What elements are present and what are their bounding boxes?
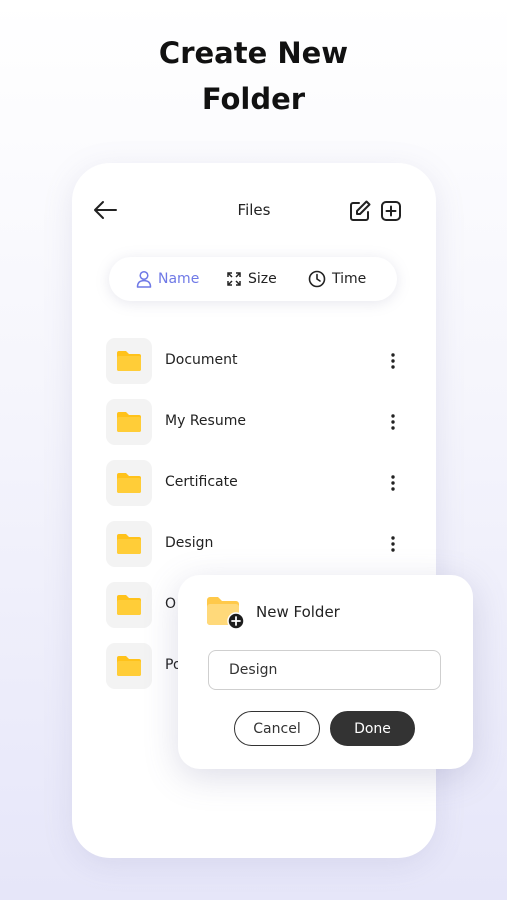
- sort-name-option[interactable]: Name: [136, 257, 199, 301]
- file-name: Document: [165, 352, 238, 368]
- sort-bar: Name Size Time: [109, 257, 397, 301]
- more-vertical-icon: [391, 536, 395, 552]
- file-row[interactable]: Certificate: [106, 460, 406, 506]
- sort-size-label: Size: [248, 271, 277, 287]
- file-name: Certificate: [165, 474, 238, 490]
- clock-icon: [308, 270, 326, 288]
- folder-icon: [117, 656, 141, 676]
- more-vertical-icon: [391, 414, 395, 430]
- more-options-button[interactable]: [385, 348, 401, 374]
- file-row[interactable]: Document: [106, 338, 406, 384]
- folder-tile: [106, 338, 152, 384]
- more-options-button[interactable]: [385, 409, 401, 435]
- edit-icon: [350, 200, 371, 221]
- edit-button[interactable]: [348, 199, 372, 223]
- file-row[interactable]: Design: [106, 521, 406, 567]
- sort-size-option[interactable]: Size: [226, 257, 277, 301]
- new-folder-dialog: New Folder Cancel Done: [178, 575, 473, 769]
- folder-icon: [117, 534, 141, 554]
- more-options-button[interactable]: [385, 531, 401, 557]
- plus-square-icon: [381, 201, 401, 221]
- cancel-button[interactable]: Cancel: [234, 711, 320, 746]
- file-name: Design: [165, 535, 214, 551]
- new-folder-icon: [206, 595, 246, 631]
- headline: Create New Folder: [0, 30, 507, 122]
- headline-line-2: Folder: [201, 82, 306, 116]
- sort-time-label: Time: [332, 271, 367, 287]
- folder-icon: [117, 473, 141, 493]
- add-button[interactable]: [379, 199, 403, 223]
- folder-icon: [117, 412, 141, 432]
- folder-tile: [106, 460, 152, 506]
- folder-name-input[interactable]: [208, 650, 441, 690]
- folder-tile: [106, 521, 152, 567]
- sort-time-option[interactable]: Time: [308, 257, 366, 301]
- folder-tile: [106, 582, 152, 628]
- user-icon: [136, 270, 152, 288]
- more-vertical-icon: [391, 475, 395, 491]
- file-name: O: [165, 596, 177, 612]
- folder-icon: [117, 595, 141, 615]
- more-options-button[interactable]: [385, 470, 401, 496]
- file-name: My Resume: [165, 413, 246, 429]
- file-row[interactable]: My Resume: [106, 399, 406, 445]
- expand-icon: [227, 272, 241, 286]
- folder-tile: [106, 643, 152, 689]
- top-bar: Files: [72, 163, 436, 259]
- folder-icon: [117, 351, 141, 371]
- headline-line-1: Create New: [158, 36, 349, 70]
- more-vertical-icon: [391, 353, 395, 369]
- folder-tile: [106, 399, 152, 445]
- done-button[interactable]: Done: [330, 711, 415, 746]
- sort-name-label: Name: [158, 271, 200, 287]
- dialog-title: New Folder: [256, 603, 340, 621]
